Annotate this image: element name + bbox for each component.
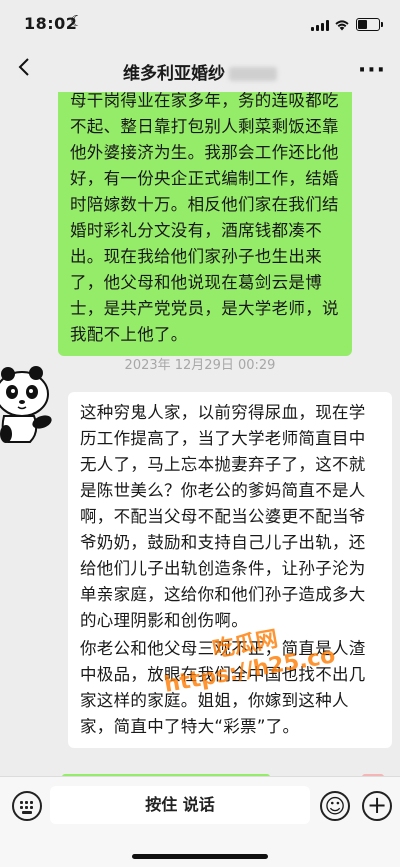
sent-message-text: 母干岗得业在家多年，务的连吸都吃不起、整日靠打包别人剩菜剩饭还靠他外婆接济为生。… bbox=[70, 92, 339, 344]
chat-title: 维多利亚婚纱 bbox=[0, 59, 400, 84]
signal-icon bbox=[311, 20, 329, 31]
plus-icon[interactable]: + bbox=[362, 791, 392, 821]
received-message-paragraph: 你老公和他父母三观不正，简直是人渣中极品，放眼在我们全中国也找不出几家这样的家庭… bbox=[80, 639, 366, 736]
hold-to-talk-button[interactable]: 按住 说话 bbox=[50, 786, 310, 824]
battery-icon bbox=[356, 18, 383, 31]
more-dots-icon[interactable]: ··· bbox=[358, 58, 386, 83]
received-message-bubble[interactable]: 这种穷鬼人家，以前穷得尿血，现在学历工作提高了，当了大学老师简直目中无人了，马上… bbox=[68, 392, 392, 748]
keyboard-icon[interactable] bbox=[12, 791, 42, 821]
status-bar: 18:02 ☾ bbox=[0, 0, 400, 48]
home-indicator bbox=[132, 854, 268, 859]
panda-avatar-icon[interactable] bbox=[0, 356, 62, 448]
message-list[interactable]: 母干岗得业在家多年，务的连吸都吃不起、整日靠打包别人剩菜剩饭还靠他外婆接济为生。… bbox=[0, 92, 400, 776]
moon-icon: ☾ bbox=[70, 12, 84, 30]
received-message-paragraph: 这种穷鬼人家，以前穷得尿血，现在学历工作提高了，当了大学老师简直目中无人了，马上… bbox=[80, 403, 366, 630]
blurred-name bbox=[229, 67, 277, 81]
chat-header: 维多利亚婚纱 ··· bbox=[0, 48, 400, 92]
chat-title-text: 维多利亚婚纱 bbox=[123, 64, 225, 84]
wifi-icon bbox=[334, 17, 350, 35]
emoji-icon[interactable]: ☺ bbox=[320, 791, 350, 821]
sent-message-bubble[interactable]: 母干岗得业在家多年，务的连吸都吃不起、整日靠打包别人剩菜剩饭还靠他外婆接济为生。… bbox=[58, 92, 352, 356]
